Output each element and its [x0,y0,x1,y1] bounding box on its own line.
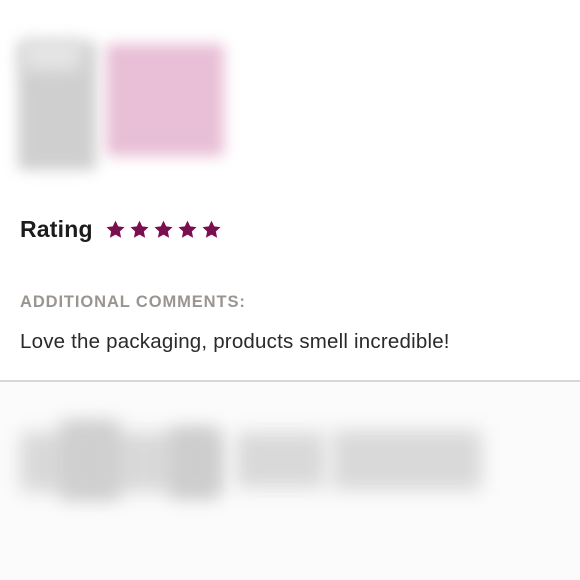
star-icon [154,220,173,238]
star-icon [178,220,197,238]
star-icon [130,220,149,238]
star-icon [106,220,125,238]
blurred-content-4 [236,432,326,488]
comment-text: Love the packaging, products smell incre… [20,330,450,353]
star-icon [202,220,221,238]
review-photo-strip [0,0,240,200]
rating-row: Rating [20,212,222,246]
star-rating [105,219,222,240]
comments-heading: ADDITIONAL COMMENTS: [20,293,246,311]
review-photo-2[interactable] [106,44,224,156]
blurred-content-2 [60,420,120,500]
blurred-content-3 [170,428,220,498]
rating-label: Rating [20,215,93,242]
review-card: Rating ADDITIONAL COMMENTS: Love the pac… [0,0,580,380]
review-photo-1-highlight [22,40,82,70]
blurred-content-5 [332,430,482,490]
